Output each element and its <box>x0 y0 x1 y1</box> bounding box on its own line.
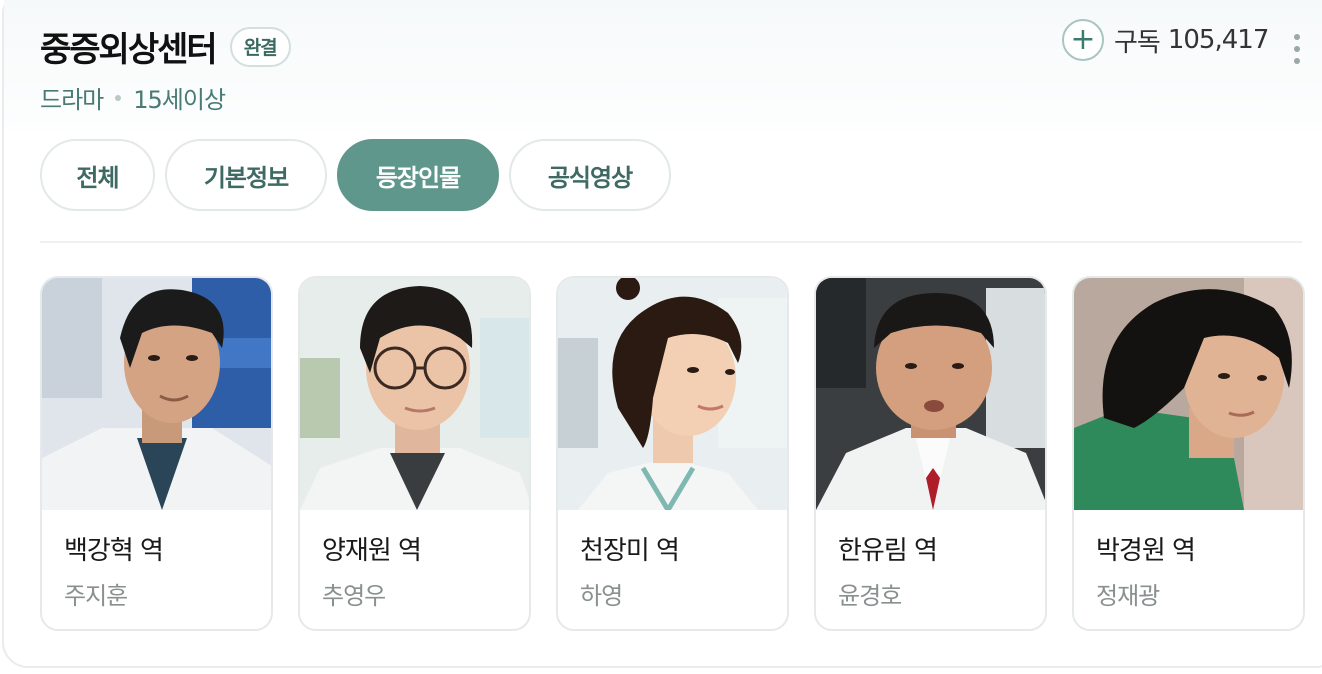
tab-cast[interactable]: 등장인물 <box>337 139 499 211</box>
separator-dot <box>115 94 122 101</box>
cast-card[interactable]: 천장미 역 하영 <box>556 276 789 631</box>
actor-photo <box>1074 278 1303 510</box>
tab-bar: 전체 기본정보 등장인물 공식영상 <box>40 139 671 211</box>
more-options-icon[interactable] <box>1292 34 1302 64</box>
cast-list: 백강혁 역 주지훈 양재원 역 추영우 천장미 역 하영 한유림 역 윤경호 박… <box>40 276 1305 631</box>
meta-info: 드라마 15세이상 <box>40 80 226 115</box>
role-name: 양재원 역 <box>322 536 422 566</box>
genre-text[interactable]: 드라마 <box>40 80 104 115</box>
actor-name: 추영우 <box>322 582 386 610</box>
cast-card[interactable]: 박경원 역 정재광 <box>1072 276 1305 631</box>
tab-official-video[interactable]: 공식영상 <box>509 139 671 211</box>
rating-text: 15세이상 <box>133 86 226 114</box>
actor-name: 윤경호 <box>838 582 902 610</box>
plus-icon[interactable]: + <box>1062 19 1104 61</box>
cast-card[interactable]: 양재원 역 추영우 <box>298 276 531 631</box>
actor-name: 정재광 <box>1096 582 1160 610</box>
actor-photo <box>42 278 271 510</box>
role-name: 천장미 역 <box>580 536 680 566</box>
status-badge: 완결 <box>229 26 291 67</box>
cast-card[interactable]: 한유림 역 윤경호 <box>814 276 1047 631</box>
actor-photo <box>300 278 529 510</box>
divider <box>40 241 1302 243</box>
actor-photo <box>816 278 1045 510</box>
page-title[interactable]: 중증외상센터 <box>40 22 218 71</box>
actor-name: 주지훈 <box>64 582 128 610</box>
title-row: 중증외상센터 완결 <box>40 22 291 71</box>
role-name: 한유림 역 <box>838 536 938 566</box>
tab-basic-info[interactable]: 기본정보 <box>165 139 327 211</box>
role-name: 박경원 역 <box>1096 536 1196 566</box>
subscribe-count: 105,417 <box>1167 25 1270 55</box>
subscribe-button[interactable]: + 구독 105,417 <box>1062 19 1270 61</box>
role-name: 백강혁 역 <box>64 536 164 566</box>
tab-all[interactable]: 전체 <box>40 139 155 211</box>
actor-photo <box>558 278 787 510</box>
cast-card[interactable]: 백강혁 역 주지훈 <box>40 276 273 631</box>
actor-name: 하영 <box>580 582 623 610</box>
subscribe-label: 구독 <box>1114 27 1161 58</box>
